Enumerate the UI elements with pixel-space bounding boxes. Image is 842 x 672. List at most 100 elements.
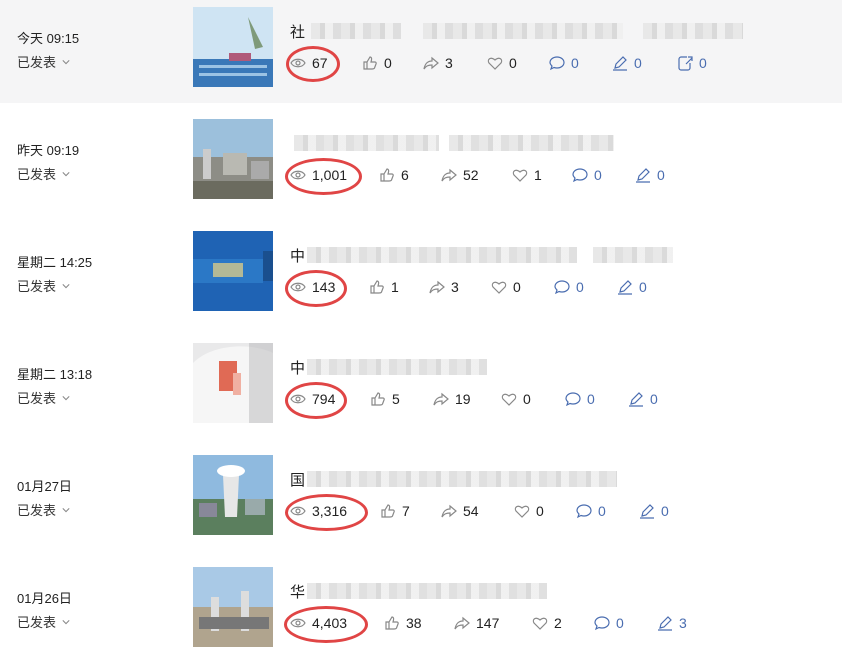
post-row[interactable]: 今天 09:15 已发表 社 67 0 3 0 0 0 0 — [0, 0, 842, 103]
heart-icon — [532, 617, 548, 630]
like-count: 6 — [379, 165, 409, 185]
highlight-circle — [285, 382, 347, 419]
post-row[interactable]: 星期二 14:25 已发表 中 143 1 3 0 0 0 — [0, 224, 842, 336]
comment-icon — [572, 168, 588, 183]
title-text: 国 — [290, 471, 306, 489]
edit-count[interactable]: 3 — [657, 613, 687, 633]
post-date: 今天 09:15 — [17, 31, 80, 46]
like-count: 1 — [369, 277, 399, 297]
share-icon — [454, 616, 470, 630]
status-label: 已发表 — [17, 391, 57, 406]
title-text: 华 — [290, 583, 306, 601]
thumbs-up-icon — [380, 168, 394, 182]
favorite-count: 0 — [501, 389, 531, 409]
comment-count[interactable]: 0 — [594, 613, 624, 633]
status-label: 已发表 — [17, 167, 57, 182]
post-row[interactable]: 01月26日 已发表 华 4,403 38 147 2 0 3 — [0, 560, 842, 672]
post-date: 01月27日 — [17, 479, 72, 494]
post-thumbnail[interactable] — [193, 231, 273, 311]
share-icon — [441, 504, 457, 518]
chevron-down-icon — [62, 171, 70, 176]
like-count: 7 — [380, 501, 410, 521]
post-date: 星期二 14:25 — [17, 255, 93, 270]
title-text: 社 — [290, 23, 306, 41]
chevron-down-icon — [62, 507, 70, 512]
favorite-count: 1 — [512, 165, 542, 185]
post-title[interactable]: 中 — [290, 357, 488, 377]
edit-count[interactable]: 0 — [635, 165, 665, 185]
pencil-icon — [636, 168, 650, 183]
pencil-icon — [613, 56, 627, 71]
comment-count[interactable]: 0 — [549, 53, 579, 73]
share-count: 19 — [433, 389, 471, 409]
status-dropdown[interactable]: 已发表 — [17, 612, 70, 631]
export-icon — [678, 56, 693, 71]
status-dropdown[interactable]: 已发表 — [17, 164, 70, 183]
chevron-down-icon — [62, 283, 70, 288]
like-count: 5 — [370, 389, 400, 409]
heart-icon — [487, 57, 503, 70]
chevron-down-icon — [62, 59, 70, 64]
export-count[interactable]: 0 — [677, 53, 707, 73]
post-thumbnail[interactable] — [193, 455, 273, 535]
comment-icon — [594, 616, 610, 631]
favorite-count: 2 — [532, 613, 562, 633]
comment-icon — [549, 56, 565, 71]
title-text: 中 — [290, 359, 306, 377]
pencil-icon — [629, 392, 643, 407]
edit-count[interactable]: 0 — [639, 501, 669, 521]
favorite-count: 0 — [491, 277, 521, 297]
heart-icon — [501, 393, 517, 406]
chevron-down-icon — [62, 395, 70, 400]
comment-count[interactable]: 0 — [565, 389, 595, 409]
heart-icon — [514, 505, 530, 518]
post-date: 01月26日 — [17, 591, 72, 606]
post-thumbnail[interactable] — [193, 7, 273, 87]
post-list: 今天 09:15 已发表 社 6 7 0 3 0 0 0 0 昨天 09:19 已… — [0, 0, 842, 661]
favorite-count: 0 — [514, 501, 544, 521]
edit-count[interactable]: 0 — [628, 389, 658, 409]
post-title[interactable]: 华 — [290, 581, 548, 601]
share-count: 3 — [423, 53, 453, 73]
post-title[interactable] — [290, 133, 614, 153]
comment-count[interactable]: 0 — [572, 165, 602, 185]
comment-count[interactable]: 0 — [554, 277, 584, 297]
status-dropdown[interactable]: 已发表 — [17, 388, 70, 407]
post-title[interactable]: 国 — [290, 469, 618, 489]
share-count: 3 — [429, 277, 459, 297]
like-count: 38 — [384, 613, 422, 633]
thumbs-up-icon — [370, 280, 384, 294]
share-icon — [441, 168, 457, 182]
edit-count[interactable]: 0 — [612, 53, 642, 73]
status-dropdown[interactable]: 已发表 — [17, 500, 70, 519]
status-dropdown[interactable]: 已发表 — [17, 276, 70, 295]
comment-icon — [565, 392, 581, 407]
highlight-circle — [285, 270, 347, 307]
highlight-circle — [284, 606, 368, 643]
post-row[interactable]: 01月27日 已发表 国 3,316 7 54 0 0 0 — [0, 448, 842, 560]
pencil-icon — [640, 504, 654, 519]
post-title[interactable]: 中 — [290, 245, 674, 265]
comment-icon — [576, 504, 592, 519]
status-dropdown[interactable]: 已发表 — [17, 52, 70, 71]
post-thumbnail[interactable] — [193, 119, 273, 199]
like-count: 0 — [362, 53, 392, 73]
status-label: 已发表 — [17, 615, 57, 630]
thumbs-up-icon — [371, 392, 385, 406]
thumbs-up-icon — [363, 56, 377, 70]
comment-count[interactable]: 0 — [576, 501, 606, 521]
post-thumbnail[interactable] — [193, 343, 273, 423]
status-label: 已发表 — [17, 279, 57, 294]
highlight-circle — [286, 46, 340, 82]
heart-icon — [512, 169, 528, 182]
post-row[interactable]: 昨天 09:19 已发表 1,001 6 52 1 0 0 — [0, 112, 842, 224]
post-title[interactable]: 社 — [290, 21, 744, 41]
share-count: 54 — [441, 501, 479, 521]
share-count: 147 — [454, 613, 499, 633]
edit-count[interactable]: 0 — [617, 277, 647, 297]
post-row[interactable]: 星期二 13:18 已发表 中 794 5 19 0 0 0 — [0, 336, 842, 448]
share-icon — [423, 56, 439, 70]
highlight-circle — [285, 494, 368, 531]
share-count: 52 — [441, 165, 479, 185]
post-thumbnail[interactable] — [193, 567, 273, 647]
